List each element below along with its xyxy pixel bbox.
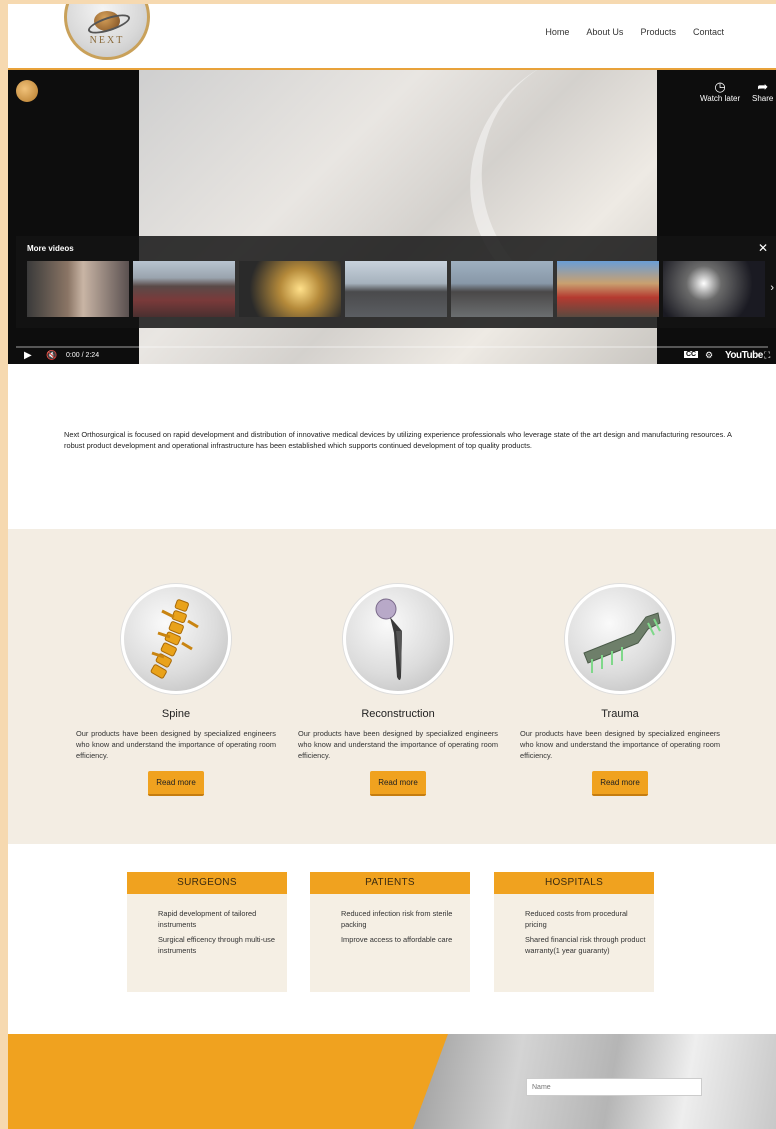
read-more-button[interactable]: Read more [148, 771, 204, 796]
captions-icon[interactable]: CC [684, 351, 699, 358]
video-thumbnail[interactable] [27, 261, 129, 317]
youtube-logo[interactable]: YouTube [725, 350, 763, 361]
list-item: Improve access to affordable care [341, 935, 453, 944]
product-card-reconstruction: Reconstruction Our products have been de… [298, 584, 498, 796]
nav-home[interactable]: Home [545, 27, 569, 37]
watch-later-button[interactable]: ◷ Watch later [700, 79, 741, 104]
share-button[interactable]: ➦ Share [752, 79, 774, 104]
products-section: Spine Our products have been designed by… [8, 529, 776, 844]
product-title: Reconstruction [361, 708, 435, 720]
video-player[interactable]: ◷ Watch later ➦ Share More videos ✕ › ▶ [8, 70, 776, 364]
benefit-list: Reduced costs from procedural pricing Sh… [494, 908, 654, 956]
list-item: Reduced costs from procedural pricing [525, 909, 628, 929]
share-label: Share [752, 94, 774, 103]
company-logo[interactable]: NEXT [64, 4, 150, 60]
hip-implant-icon [375, 598, 402, 680]
benefit-card-surgeons: SURGEONS Rapid development of tailored i… [127, 872, 287, 992]
product-description: Our products have been designed by speci… [298, 729, 498, 760]
chevron-right-icon[interactable]: › [770, 282, 774, 294]
name-field[interactable] [526, 1078, 702, 1096]
orange-panel [8, 1034, 448, 1129]
logo-text: NEXT [89, 35, 125, 46]
product-card-spine: Spine Our products have been designed by… [76, 584, 276, 796]
video-thumbnail[interactable] [239, 261, 341, 317]
benefit-card-patients: PATIENTS Reduced infection risk from ste… [310, 872, 470, 992]
reconstruction-implant-image [343, 584, 453, 694]
spine-icon [150, 599, 199, 679]
product-title: Spine [161, 708, 191, 720]
site-header: NEXT Home About Us Products Contact [8, 4, 776, 70]
product-title: Trauma [601, 708, 639, 720]
read-more-button[interactable]: Read more [370, 771, 426, 796]
benefit-title: HOSPITALS [494, 872, 654, 894]
progress-bar[interactable] [16, 346, 768, 348]
trauma-implant-image [565, 584, 675, 694]
video-thumbnail[interactable] [133, 261, 235, 317]
time-display: 0:00 / 2:24 [66, 352, 100, 359]
bone-plate-icon [583, 612, 661, 673]
list-item: Rapid development of tailored instrument… [158, 909, 257, 929]
main-nav: Home About Us Products Contact [545, 27, 724, 37]
list-item: Surgical efficency through multi-use ins… [158, 935, 275, 955]
close-icon[interactable]: ✕ [758, 241, 768, 255]
product-description: Our products have been designed by speci… [76, 729, 276, 760]
video-thumbnails [27, 261, 765, 317]
nav-contact[interactable]: Contact [693, 27, 724, 37]
play-icon[interactable]: ▶ [24, 350, 32, 361]
benefit-list: Reduced infection risk from sterile pack… [310, 908, 470, 945]
benefit-title: SURGEONS [127, 872, 287, 894]
mute-icon[interactable]: 🔇 [46, 350, 57, 361]
page: NEXT Home About Us Products Contact ◷ Wa… [8, 4, 776, 1129]
list-item: Reduced infection risk from sterile pack… [341, 909, 453, 929]
video-thumbnail[interactable] [451, 261, 553, 317]
nav-about-us[interactable]: About Us [586, 27, 623, 37]
nav-products[interactable]: Products [640, 27, 676, 37]
watch-later-label: Watch later [700, 94, 741, 103]
channel-avatar[interactable] [16, 80, 38, 102]
product-card-trauma: Trauma Our products have been designed b… [520, 584, 720, 796]
more-videos-panel: More videos ✕ › [16, 236, 776, 328]
video-thumbnail[interactable] [663, 261, 765, 317]
player-controls: ▶ 🔇 0:00 / 2:24 CC ⚙ YouTube ⛶ [8, 350, 776, 364]
read-more-button[interactable]: Read more [592, 771, 648, 796]
intro-text: Next Orthosurgical is focused on rapid d… [64, 430, 732, 450]
video-thumbnail[interactable] [557, 261, 659, 317]
video-thumbnail[interactable] [345, 261, 447, 317]
gear-icon[interactable]: ⚙ [705, 350, 713, 361]
spine-implant-image [121, 584, 231, 694]
benefit-title: PATIENTS [310, 872, 470, 894]
clock-icon: ◷ [714, 79, 726, 94]
benefit-card-hospitals: HOSPITALS Reduced costs from procedural … [494, 872, 654, 992]
list-item: Shared financial risk through product wa… [525, 935, 646, 955]
fullscreen-icon[interactable]: ⛶ [764, 350, 770, 361]
benefit-list: Rapid development of tailored instrument… [127, 908, 287, 956]
more-videos-title: More videos [27, 244, 74, 253]
product-description: Our products have been designed by speci… [520, 729, 720, 760]
share-arrow-icon: ➦ [757, 79, 769, 94]
